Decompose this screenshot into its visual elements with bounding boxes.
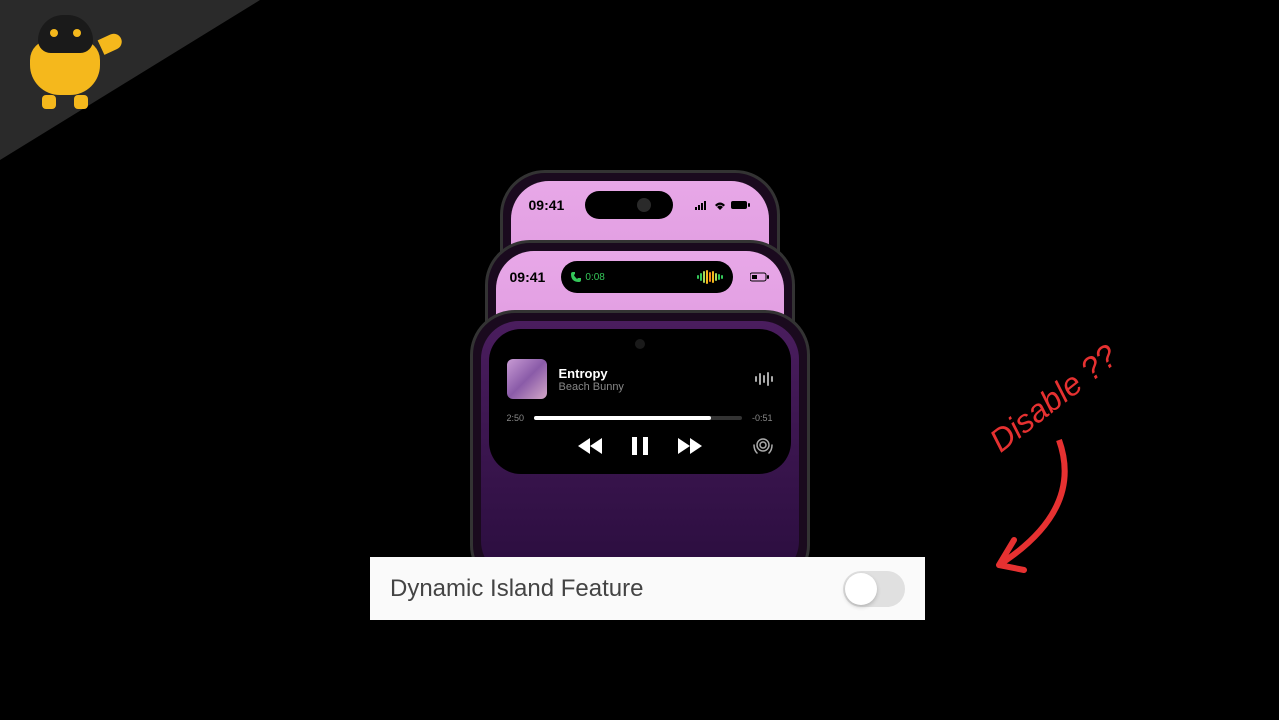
robot-logo	[25, 10, 125, 110]
arrow-annotation	[919, 420, 1099, 600]
album-art	[507, 359, 547, 399]
airplay-button[interactable]	[753, 437, 773, 460]
status-icons	[695, 200, 751, 210]
settings-label: Dynamic Island Feature	[390, 575, 643, 603]
visualizer-icon	[755, 371, 773, 387]
dynamic-island-pill	[585, 191, 673, 219]
track-title: Entropy	[559, 366, 743, 381]
status-icons	[750, 272, 770, 282]
phone-icon	[571, 272, 581, 282]
elapsed-time: 2:50	[507, 413, 525, 423]
phones-illustration: 09:41 09:41 0:08	[470, 170, 810, 570]
dynamic-island-call: 0:08	[561, 261, 733, 293]
phone-front: Entropy Beach Bunny 2:50	[470, 310, 810, 590]
call-duration: 0:08	[585, 272, 604, 283]
pause-button[interactable]	[632, 437, 648, 460]
remaining-time: -0:51	[752, 413, 773, 423]
dynamic-island-music: Entropy Beach Bunny 2:50	[489, 329, 791, 474]
signal-icon	[695, 200, 709, 210]
previous-button[interactable]	[578, 438, 602, 459]
wifi-icon	[713, 200, 727, 210]
status-time: 09:41	[529, 197, 565, 213]
waveform-icon	[697, 269, 723, 285]
settings-row: Dynamic Island Feature	[370, 557, 925, 620]
battery-icon	[731, 200, 751, 210]
next-button[interactable]	[678, 438, 702, 459]
battery-icon	[750, 272, 770, 282]
toggle-switch[interactable]	[843, 571, 905, 607]
track-artist: Beach Bunny	[559, 381, 743, 393]
progress-bar[interactable]	[534, 416, 742, 420]
status-time: 09:41	[510, 269, 546, 285]
